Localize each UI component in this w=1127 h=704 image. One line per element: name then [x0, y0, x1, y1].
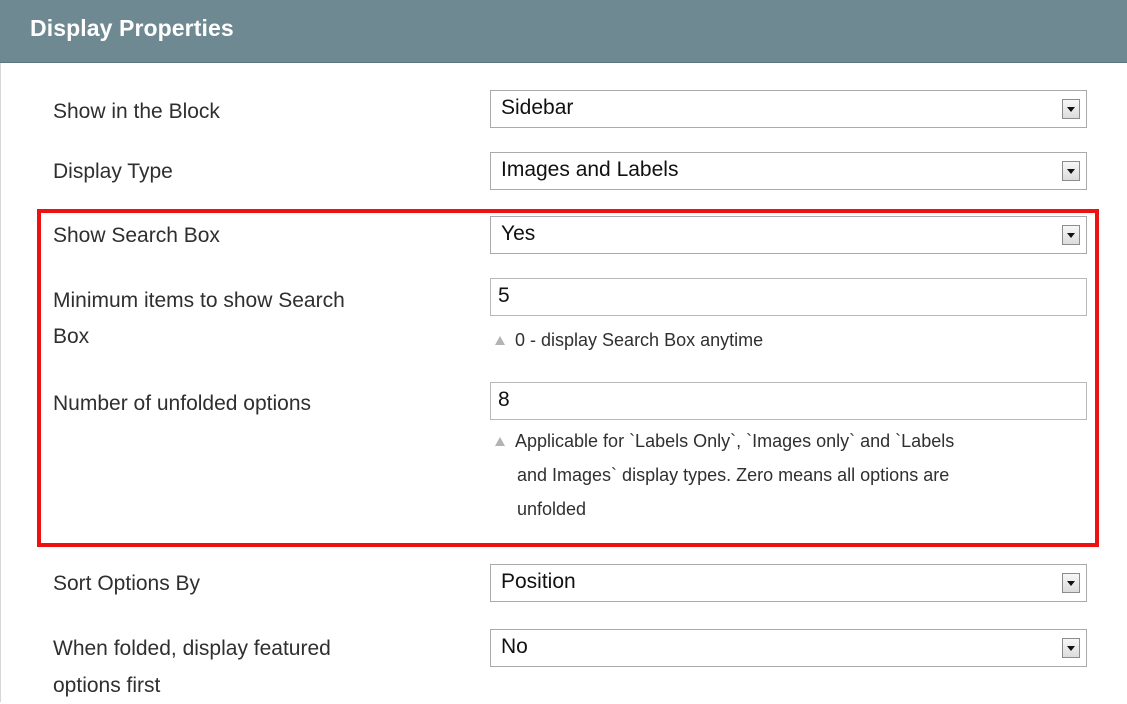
min-items-label: Minimum items to show Search Box [53, 282, 433, 355]
featured-first-select[interactable]: No [490, 629, 1087, 667]
show-in-block-select[interactable]: Sidebar [490, 90, 1087, 128]
min-items-input[interactable]: 5 [490, 278, 1087, 316]
min-items-note: 0 - display Search Box anytime [495, 323, 1095, 357]
chevron-down-icon[interactable] [1062, 161, 1080, 181]
chevron-down-icon[interactable] [1062, 225, 1080, 245]
min-items-label-line2: Box [53, 325, 90, 348]
panel-body: Show in the Block Sidebar Display Type I… [0, 63, 1127, 702]
show-in-block-value: Sidebar [501, 96, 574, 119]
unfolded-options-note-line2: and Images` display types. Zero means al… [517, 465, 950, 485]
note-triangle-icon [495, 437, 505, 446]
show-search-box-value: Yes [501, 222, 536, 245]
featured-first-label: When folded, display featured options fi… [53, 630, 433, 704]
min-items-note-text: 0 - display Search Box anytime [515, 330, 764, 350]
unfolded-options-note: Applicable for `Labels Only`, `Images on… [495, 424, 1095, 526]
chevron-down-icon[interactable] [1062, 99, 1080, 119]
show-search-box-select[interactable]: Yes [490, 216, 1087, 254]
panel-title: Display Properties [30, 15, 234, 41]
display-type-label: Display Type [53, 160, 173, 183]
featured-first-label-line1: When folded, display featured [53, 637, 331, 660]
chevron-down-icon[interactable] [1062, 573, 1080, 593]
featured-first-value: No [501, 635, 528, 658]
chevron-down-icon[interactable] [1062, 638, 1080, 658]
note-triangle-icon [495, 336, 505, 345]
min-items-value: 5 [498, 284, 510, 307]
unfolded-options-label: Number of unfolded options [53, 392, 311, 415]
panel-header[interactable]: Display Properties [0, 0, 1127, 63]
min-items-label-line1: Minimum items to show Search [53, 289, 345, 312]
sort-options-label: Sort Options By [53, 572, 201, 595]
unfolded-options-value: 8 [498, 388, 510, 411]
show-in-block-label: Show in the Block [53, 100, 220, 123]
featured-first-label-line2: options first [53, 674, 161, 697]
sort-options-select[interactable]: Position [490, 564, 1087, 602]
show-search-box-label: Show Search Box [53, 224, 220, 247]
display-type-value: Images and Labels [501, 158, 679, 181]
unfolded-options-input[interactable]: 8 [490, 382, 1087, 420]
unfolded-options-note-line3: unfolded [517, 499, 587, 519]
unfolded-options-note-text1: Applicable for `Labels Only`, `Images on… [515, 431, 955, 451]
display-type-select[interactable]: Images and Labels [490, 152, 1087, 190]
sort-options-value: Position [501, 570, 576, 593]
unfolded-options-note-line1: Applicable for `Labels Only`, `Images on… [495, 424, 1095, 458]
